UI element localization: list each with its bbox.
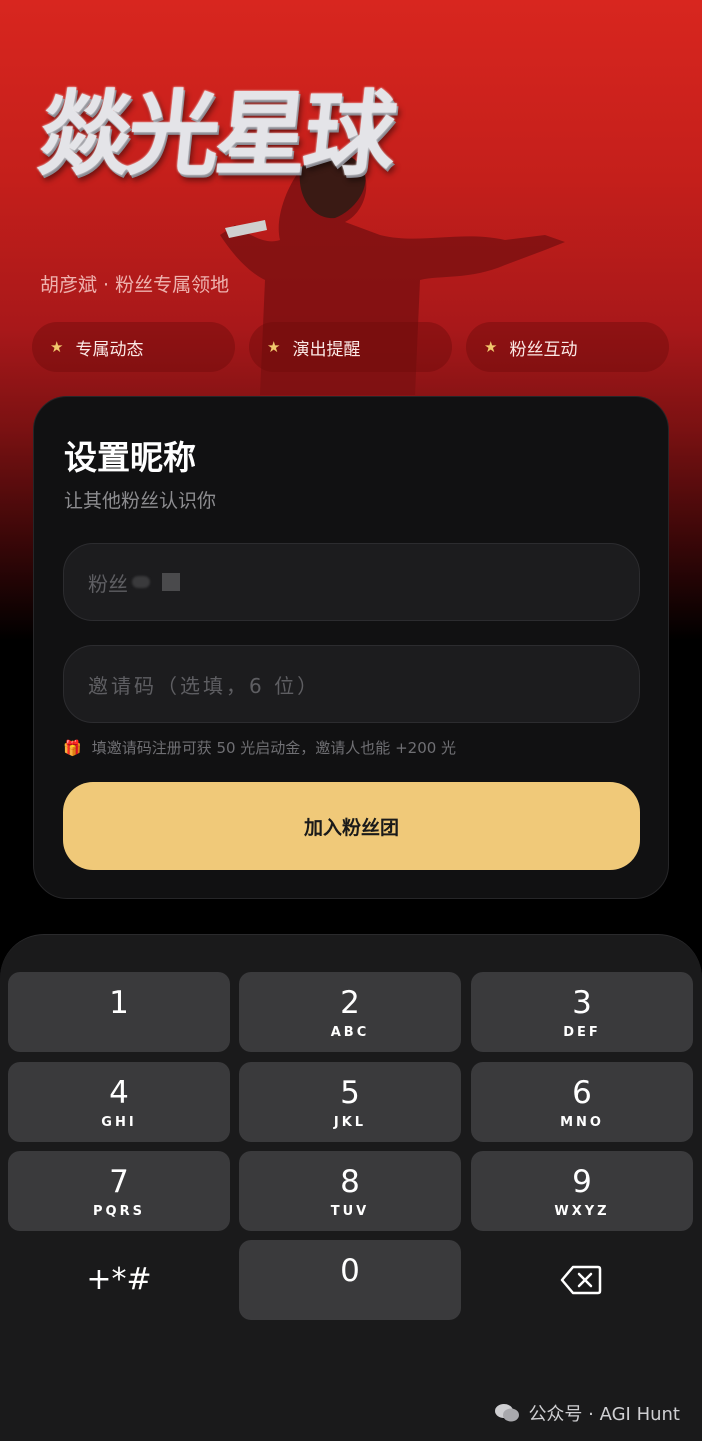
key-7[interactable]: 7 PQRS <box>8 1151 230 1231</box>
key-digit: 2 <box>340 985 360 1021</box>
key-letters: PQRS <box>93 1204 145 1219</box>
card-subtitle: 让其他粉丝认识你 <box>64 490 217 512</box>
nickname-card: 设置昵称 让其他粉丝认识你 粉丝 邀请码（选填，6 位） 🎁 填邀请码注册可获 … <box>33 396 669 899</box>
tag-exclusive-updates: ★ 专属动态 <box>32 322 235 372</box>
wechat-icon <box>495 1404 520 1422</box>
key-2[interactable]: 2 ABC <box>239 972 461 1052</box>
feature-tags: ★ 专属动态 ★ 演出提醒 ★ 粉丝互动 <box>32 322 670 372</box>
key-1[interactable]: 1 <box>8 972 230 1052</box>
key-letters: MNO <box>560 1115 604 1130</box>
key-digit: 5 <box>340 1075 360 1111</box>
tag-label: 演出提醒 <box>292 339 361 360</box>
app-logo: 燚光星球 <box>34 80 398 188</box>
invite-hint: 🎁 填邀请码注册可获 50 光启动金，邀请人也能 +200 光 <box>63 737 456 758</box>
nickname-value: 粉丝 <box>88 571 128 596</box>
key-digit: 9 <box>572 1164 592 1200</box>
invite-code-placeholder: 邀请码（选填，6 位） <box>88 673 321 698</box>
redacted-mark <box>162 573 180 591</box>
watermark: 公众号 · AGI Hunt <box>494 1400 680 1426</box>
key-symbols[interactable]: +*# <box>8 1240 230 1320</box>
key-letters: ABC <box>330 1025 370 1040</box>
key-4[interactable]: 4 GHI <box>8 1062 230 1142</box>
tag-show-reminders: ★ 演出提醒 <box>249 322 452 372</box>
backspace-icon <box>560 1265 602 1295</box>
key-digit: 0 <box>340 1253 360 1289</box>
key-3[interactable]: 3 DEF <box>471 972 693 1052</box>
key-digit: 4 <box>109 1075 129 1111</box>
key-6[interactable]: 6 MNO <box>471 1062 693 1142</box>
tag-fan-interaction: ★ 粉丝互动 <box>466 322 669 372</box>
key-letters: JKL <box>333 1115 367 1130</box>
gift-icon: 🎁 <box>63 738 82 757</box>
key-letters: GHI <box>101 1115 137 1130</box>
key-digit: 7 <box>109 1164 129 1200</box>
hero-subtitle: 胡彦斌 · 粉丝专属领地 <box>40 274 230 296</box>
key-digit: 3 <box>572 985 592 1021</box>
delete-key[interactable] <box>470 1240 692 1320</box>
nickname-input[interactable]: 粉丝 <box>63 543 640 621</box>
key-8[interactable]: 8 TUV <box>239 1151 461 1231</box>
star-icon: ★ <box>484 338 498 356</box>
redacted-mark <box>132 576 150 588</box>
invite-code-input[interactable]: 邀请码（选填，6 位） <box>63 645 640 723</box>
join-fan-club-button[interactable]: 加入粉丝团 <box>63 782 640 870</box>
key-letters: DEF <box>563 1025 601 1040</box>
watermark-text: 公众号 · AGI Hunt <box>528 1404 680 1425</box>
key-digit: 1 <box>109 985 129 1021</box>
key-digit: 8 <box>340 1164 360 1200</box>
star-icon: ★ <box>267 338 281 356</box>
key-letters: TUV <box>330 1204 370 1219</box>
invite-hint-text: 填邀请码注册可获 50 光启动金，邀请人也能 +200 光 <box>91 739 457 757</box>
tag-label: 粉丝互动 <box>509 339 578 360</box>
star-icon: ★ <box>50 338 64 356</box>
key-5[interactable]: 5 JKL <box>239 1062 461 1142</box>
key-letters: WXYZ <box>554 1204 610 1219</box>
key-9[interactable]: 9 WXYZ <box>471 1151 693 1231</box>
numeric-keypad: 1 2 ABC 3 DEF 4 GHI 5 JKL 6 MNO 7 PQRS 8… <box>0 934 702 1441</box>
key-digit: 6 <box>572 1075 592 1111</box>
tag-label: 专属动态 <box>75 339 144 360</box>
key-0[interactable]: 0 <box>239 1240 461 1320</box>
card-title: 设置昵称 <box>64 438 196 477</box>
